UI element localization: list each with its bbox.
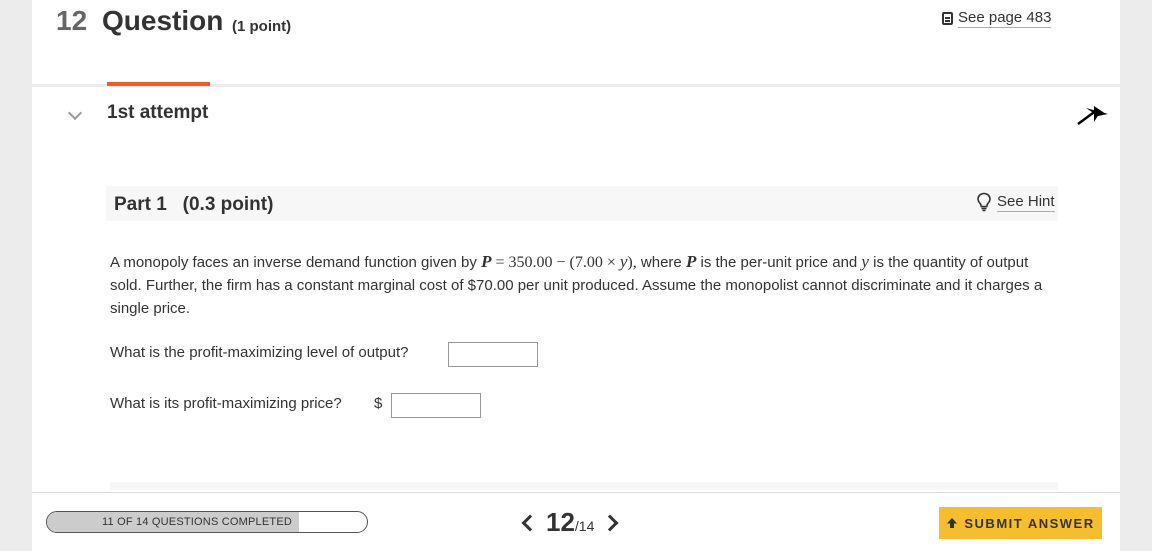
submit-answer-button[interactable]: SUBMIT ANSWER: [939, 507, 1102, 539]
equation-part-a: = 350.00 − (7.00 ×: [491, 254, 620, 271]
progress-text: 11 OF 14 QUESTIONS COMPLETED: [102, 516, 292, 528]
book-icon: [942, 12, 953, 25]
equation-part-b: ),: [627, 254, 637, 271]
lightbulb-icon: [977, 192, 991, 212]
chevron-left-icon[interactable]: [521, 514, 539, 531]
part-header: Part 1 (0.3 point) See Hint: [106, 186, 1058, 221]
see-hint-label[interactable]: See Hint: [997, 193, 1055, 212]
upload-icon: [947, 518, 958, 528]
see-hint-link[interactable]: See Hint: [976, 192, 1055, 212]
see-page-label[interactable]: See page 483: [958, 9, 1052, 28]
question-text: A monopoly faces an inverse demand funct…: [110, 250, 1062, 320]
question-page: 12 Question (1 point) See page 483 1st a…: [32, 0, 1120, 551]
variable-p: P: [481, 252, 492, 271]
variable-p-2: P: [685, 252, 697, 271]
variable-y-2: y: [861, 252, 869, 271]
footer-bar: 11 OF 14 QUESTIONS COMPLETED 12/14 SUBMI…: [32, 492, 1120, 551]
attempt-label[interactable]: 1st attempt: [107, 102, 208, 124]
question-points: (1 point): [232, 18, 292, 35]
chevron-right-icon[interactable]: [601, 514, 619, 531]
chevron-down-icon[interactable]: [67, 105, 83, 121]
page-indicator: 12/14: [546, 507, 594, 538]
question-text-c: is the per-unit price and: [696, 254, 862, 271]
question-text-b: where: [636, 254, 686, 271]
question-text-a: A monopoly faces an inverse demand funct…: [110, 254, 482, 271]
attempt-tab-indicator: [107, 82, 210, 86]
see-page-link[interactable]: See page 483: [942, 9, 1052, 28]
question-number: 12: [56, 5, 88, 36]
question-header: 12 Question (1 point) See page 483: [32, 0, 1120, 84]
price-question-label: What is its profit-maximizing price?: [110, 395, 342, 412]
currency-symbol: $: [374, 395, 383, 412]
question-pager: 12/14: [521, 507, 619, 538]
output-question-label: What is the profit-maximizing level of o…: [110, 344, 409, 361]
page-current: 12: [546, 507, 575, 537]
submit-label: SUBMIT ANSWER: [964, 515, 1095, 531]
pin-icon[interactable]: [1072, 100, 1112, 130]
next-part-header: [110, 482, 1058, 490]
part-label: Part 1 (0.3 point): [114, 194, 274, 215]
page-total: /14: [574, 518, 595, 534]
progress-bar: 11 OF 14 QUESTIONS COMPLETED: [46, 511, 368, 533]
question-title: Question: [102, 5, 224, 36]
output-answer-input[interactable]: [448, 342, 538, 367]
price-answer-input[interactable]: [391, 393, 481, 418]
